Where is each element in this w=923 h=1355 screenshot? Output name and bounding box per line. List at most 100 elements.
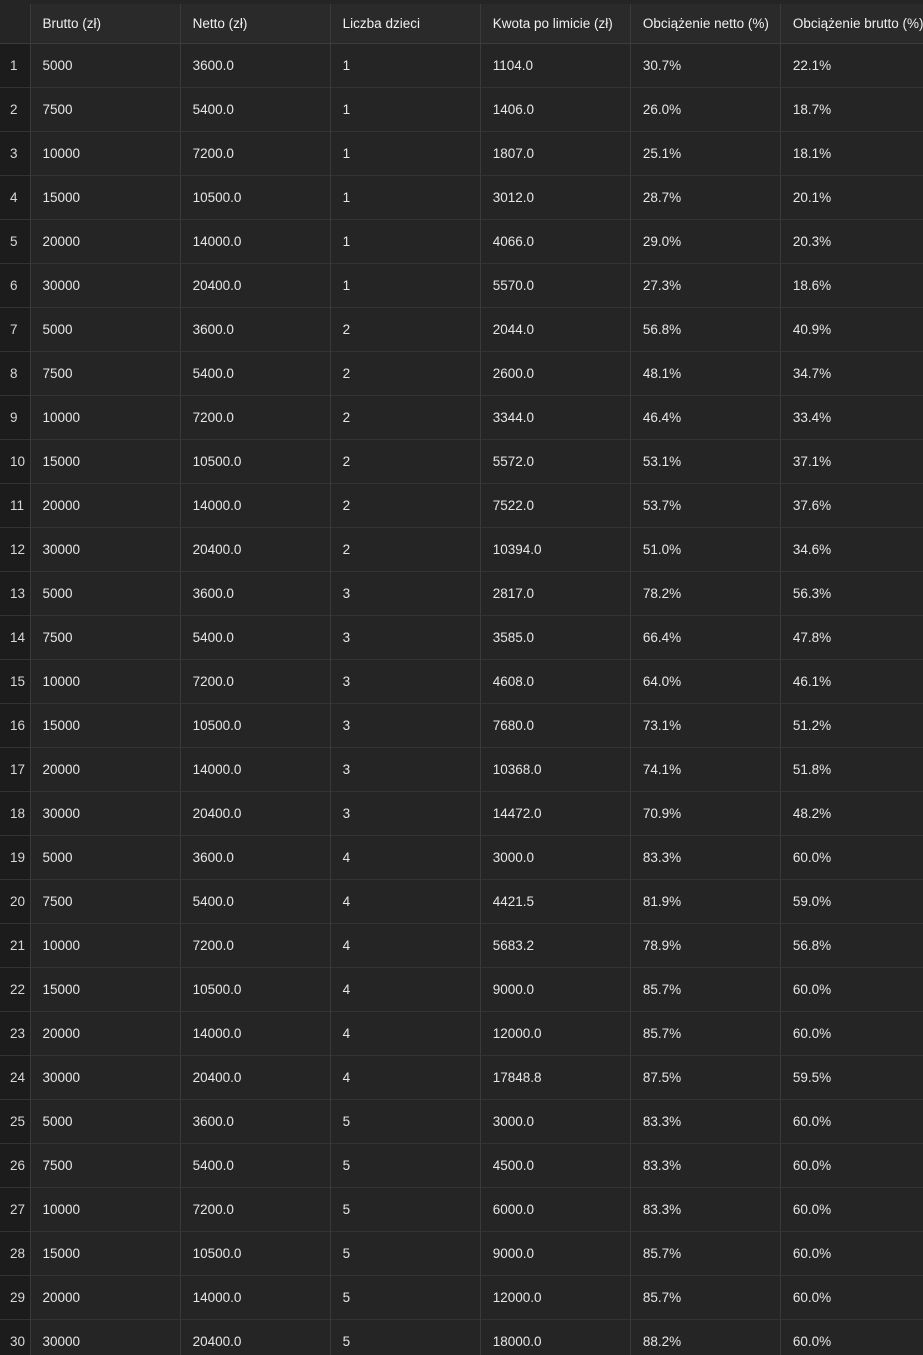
table-row[interactable]: 30 30000 20400.0 5 18000.0 88.2% 60.0% — [0, 1319, 923, 1355]
cell-kwota-po-limicie[interactable]: 5570.0 — [480, 263, 631, 307]
cell-brutto[interactable]: 7500 — [30, 351, 181, 395]
cell-obciazenie-brutto[interactable]: 40.9% — [780, 307, 923, 351]
cell-netto[interactable]: 14000.0 — [180, 747, 331, 791]
cell-brutto[interactable]: 10000 — [30, 131, 181, 175]
cell-liczba-dzieci[interactable]: 1 — [330, 87, 481, 131]
table-row[interactable]: 11 20000 14000.0 2 7522.0 53.7% 37.6% — [0, 483, 923, 527]
cell-kwota-po-limicie[interactable]: 2600.0 — [480, 351, 631, 395]
table-row[interactable]: 14 7500 5400.0 3 3585.0 66.4% 47.8% — [0, 615, 923, 659]
cell-liczba-dzieci[interactable]: 3 — [330, 659, 481, 703]
cell-obciazenie-netto[interactable]: 29.0% — [630, 219, 781, 263]
cell-netto[interactable]: 7200.0 — [180, 1187, 331, 1231]
cell-liczba-dzieci[interactable]: 2 — [330, 307, 481, 351]
cell-brutto[interactable]: 7500 — [30, 1143, 181, 1187]
cell-kwota-po-limicie[interactable]: 17848.8 — [480, 1055, 631, 1099]
cell-brutto[interactable]: 10000 — [30, 395, 181, 439]
cell-liczba-dzieci[interactable]: 5 — [330, 1319, 481, 1355]
table-row[interactable]: 5 20000 14000.0 1 4066.0 29.0% 20.3% — [0, 219, 923, 263]
table-row[interactable]: 29 20000 14000.0 5 12000.0 85.7% 60.0% — [0, 1275, 923, 1319]
cell-netto[interactable]: 14000.0 — [180, 1011, 331, 1055]
cell-obciazenie-netto[interactable]: 53.7% — [630, 483, 781, 527]
cell-obciazenie-brutto[interactable]: 18.6% — [780, 263, 923, 307]
table-row[interactable]: 21 10000 7200.0 4 5683.2 78.9% 56.8% — [0, 923, 923, 967]
cell-netto[interactable]: 20400.0 — [180, 791, 331, 835]
cell-obciazenie-netto[interactable]: 88.2% — [630, 1319, 781, 1355]
table-row[interactable]: 1 5000 3600.0 1 1104.0 30.7% 22.1% — [0, 43, 923, 87]
cell-brutto[interactable]: 20000 — [30, 219, 181, 263]
column-header-obciazenie-brutto[interactable]: Obciążenie brutto (%) — [780, 2, 923, 44]
cell-liczba-dzieci[interactable]: 1 — [330, 263, 481, 307]
cell-liczba-dzieci[interactable]: 5 — [330, 1275, 481, 1319]
cell-brutto[interactable]: 10000 — [30, 659, 181, 703]
cell-liczba-dzieci[interactable]: 3 — [330, 747, 481, 791]
cell-obciazenie-brutto[interactable]: 60.0% — [780, 1187, 923, 1231]
cell-liczba-dzieci[interactable]: 5 — [330, 1187, 481, 1231]
cell-liczba-dzieci[interactable]: 4 — [330, 879, 481, 923]
cell-obciazenie-netto[interactable]: 85.7% — [630, 967, 781, 1011]
table-row[interactable]: 20 7500 5400.0 4 4421.5 81.9% 59.0% — [0, 879, 923, 923]
cell-obciazenie-brutto[interactable]: 60.0% — [780, 1143, 923, 1187]
cell-netto[interactable]: 14000.0 — [180, 483, 331, 527]
cell-obciazenie-brutto[interactable]: 33.4% — [780, 395, 923, 439]
cell-obciazenie-netto[interactable]: 46.4% — [630, 395, 781, 439]
cell-brutto[interactable]: 30000 — [30, 1055, 181, 1099]
table-row[interactable]: 10 15000 10500.0 2 5572.0 53.1% 37.1% — [0, 439, 923, 483]
table-row[interactable]: 12 30000 20400.0 2 10394.0 51.0% 34.6% — [0, 527, 923, 571]
cell-brutto[interactable]: 15000 — [30, 703, 181, 747]
cell-kwota-po-limicie[interactable]: 7680.0 — [480, 703, 631, 747]
cell-netto[interactable]: 10500.0 — [180, 703, 331, 747]
table-row[interactable]: 28 15000 10500.0 5 9000.0 85.7% 60.0% — [0, 1231, 923, 1275]
cell-obciazenie-netto[interactable]: 48.1% — [630, 351, 781, 395]
column-header-brutto[interactable]: Brutto (zł) — [30, 2, 181, 44]
table-row[interactable]: 7 5000 3600.0 2 2044.0 56.8% 40.9% — [0, 307, 923, 351]
cell-obciazenie-brutto[interactable]: 18.1% — [780, 131, 923, 175]
table-row[interactable]: 4 15000 10500.0 1 3012.0 28.7% 20.1% — [0, 175, 923, 219]
cell-brutto[interactable]: 5000 — [30, 307, 181, 351]
cell-kwota-po-limicie[interactable]: 10394.0 — [480, 527, 631, 571]
cell-kwota-po-limicie[interactable]: 3000.0 — [480, 1099, 631, 1143]
cell-brutto[interactable]: 10000 — [30, 1187, 181, 1231]
cell-obciazenie-brutto[interactable]: 22.1% — [780, 43, 923, 87]
cell-obciazenie-brutto[interactable]: 60.0% — [780, 1099, 923, 1143]
cell-obciazenie-brutto[interactable]: 59.0% — [780, 879, 923, 923]
table-row[interactable]: 3 10000 7200.0 1 1807.0 25.1% 18.1% — [0, 131, 923, 175]
cell-netto[interactable]: 7200.0 — [180, 131, 331, 175]
cell-kwota-po-limicie[interactable]: 1807.0 — [480, 131, 631, 175]
table-row[interactable]: 16 15000 10500.0 3 7680.0 73.1% 51.2% — [0, 703, 923, 747]
table-row[interactable]: 13 5000 3600.0 3 2817.0 78.2% 56.3% — [0, 571, 923, 615]
cell-obciazenie-brutto[interactable]: 34.7% — [780, 351, 923, 395]
table-row[interactable]: 19 5000 3600.0 4 3000.0 83.3% 60.0% — [0, 835, 923, 879]
table-row[interactable]: 22 15000 10500.0 4 9000.0 85.7% 60.0% — [0, 967, 923, 1011]
cell-brutto[interactable]: 5000 — [30, 1099, 181, 1143]
cell-obciazenie-netto[interactable]: 53.1% — [630, 439, 781, 483]
cell-kwota-po-limicie[interactable]: 3000.0 — [480, 835, 631, 879]
cell-liczba-dzieci[interactable]: 1 — [330, 131, 481, 175]
cell-netto[interactable]: 20400.0 — [180, 1319, 331, 1355]
cell-liczba-dzieci[interactable]: 2 — [330, 483, 481, 527]
cell-obciazenie-brutto[interactable]: 18.7% — [780, 87, 923, 131]
cell-netto[interactable]: 20400.0 — [180, 263, 331, 307]
cell-obciazenie-netto[interactable]: 73.1% — [630, 703, 781, 747]
cell-kwota-po-limicie[interactable]: 7522.0 — [480, 483, 631, 527]
cell-kwota-po-limicie[interactable]: 2044.0 — [480, 307, 631, 351]
cell-obciazenie-netto[interactable]: 83.3% — [630, 835, 781, 879]
cell-obciazenie-brutto[interactable]: 34.6% — [780, 527, 923, 571]
cell-obciazenie-netto[interactable]: 28.7% — [630, 175, 781, 219]
cell-brutto[interactable]: 30000 — [30, 791, 181, 835]
cell-liczba-dzieci[interactable]: 3 — [330, 571, 481, 615]
cell-liczba-dzieci[interactable]: 2 — [330, 439, 481, 483]
table-row[interactable]: 27 10000 7200.0 5 6000.0 83.3% 60.0% — [0, 1187, 923, 1231]
cell-liczba-dzieci[interactable]: 5 — [330, 1099, 481, 1143]
cell-liczba-dzieci[interactable]: 5 — [330, 1231, 481, 1275]
cell-obciazenie-netto[interactable]: 26.0% — [630, 87, 781, 131]
table-row[interactable]: 23 20000 14000.0 4 12000.0 85.7% 60.0% — [0, 1011, 923, 1055]
cell-liczba-dzieci[interactable]: 1 — [330, 219, 481, 263]
cell-netto[interactable]: 5400.0 — [180, 351, 331, 395]
cell-obciazenie-brutto[interactable]: 60.0% — [780, 967, 923, 1011]
table-row[interactable]: 18 30000 20400.0 3 14472.0 70.9% 48.2% — [0, 791, 923, 835]
cell-brutto[interactable]: 30000 — [30, 263, 181, 307]
cell-obciazenie-netto[interactable]: 85.7% — [630, 1275, 781, 1319]
cell-obciazenie-brutto[interactable]: 51.2% — [780, 703, 923, 747]
cell-obciazenie-netto[interactable]: 74.1% — [630, 747, 781, 791]
cell-obciazenie-brutto[interactable]: 60.0% — [780, 1319, 923, 1355]
